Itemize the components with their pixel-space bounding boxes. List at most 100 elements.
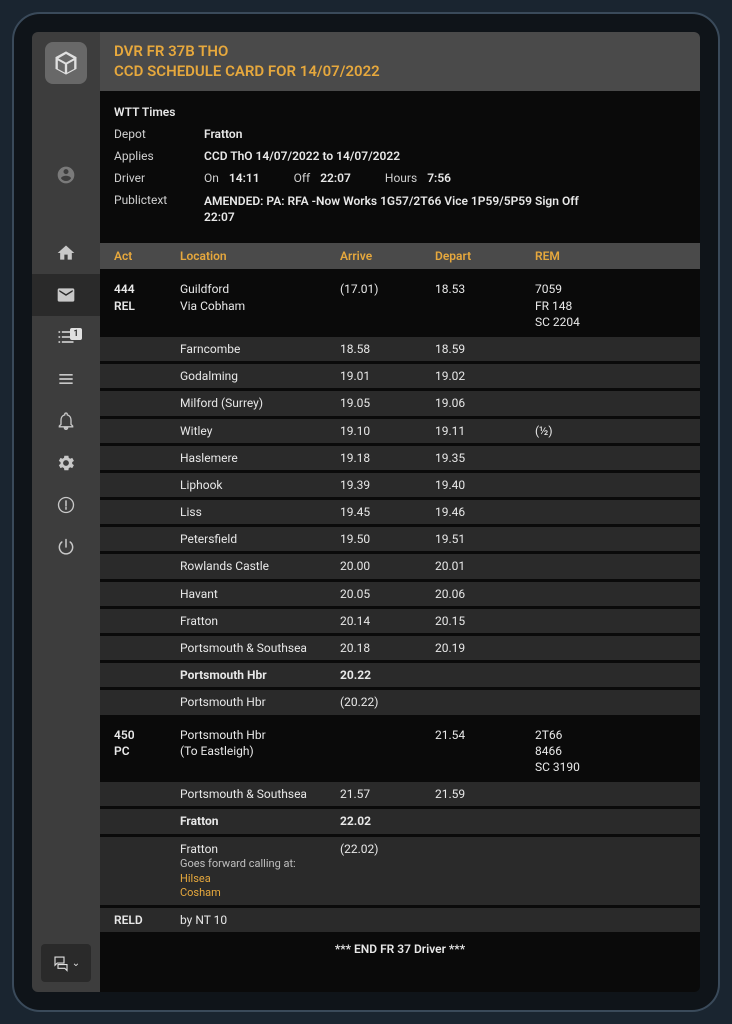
driver-label: Driver — [114, 171, 204, 185]
cell-rem: (½) — [535, 423, 686, 439]
cell-location: FrattonGoes forward calling at:HilseaCos… — [180, 841, 340, 902]
applies-label: Applies — [114, 149, 204, 163]
driver-times-row: Driver On 14:11 Off 22:07 Hours 7:56 — [114, 167, 686, 189]
header-line2: CCD SCHEDULE CARD FOR 14/07/2022 — [114, 62, 686, 82]
table-row: Godalming19.0119.02 — [100, 361, 700, 388]
nav-tasks[interactable]: 1 — [32, 316, 100, 358]
cube-icon — [52, 49, 80, 77]
cell-location: Portsmouth & Southsea — [180, 786, 340, 802]
cell-depart: 19.51 — [435, 531, 535, 547]
cell-act: 450PC — [114, 727, 180, 759]
chevron-down-icon: ⌄ — [72, 958, 80, 969]
cell-arrive: 20.14 — [340, 613, 435, 629]
cell-location: Portsmouth & Southsea — [180, 640, 340, 656]
cell-depart: 20.19 — [435, 640, 535, 656]
cell-location: Portsmouth Hbr — [180, 667, 340, 683]
cell-arrive: 20.05 — [340, 586, 435, 602]
cell-act: 444REL — [114, 281, 180, 313]
cell-arrive: 19.01 — [340, 368, 435, 384]
nav-settings[interactable] — [32, 442, 100, 484]
table-row: Farncombe18.5818.59 — [100, 334, 700, 361]
cell-location: Haslemere — [180, 450, 340, 466]
tablet-frame: 1 ⌄ DVR FR 37B THO CCD SCHEDULE CARD FOR… — [12, 12, 720, 1012]
cell-depart: 18.53 — [435, 281, 535, 297]
nav-notifications[interactable] — [32, 400, 100, 442]
power-icon — [56, 537, 76, 557]
sidebar: 1 ⌄ — [32, 32, 100, 992]
table-row: Portsmouth Hbr20.22 — [100, 660, 700, 687]
col-act: Act — [114, 249, 180, 263]
off-value: 22:07 — [320, 171, 351, 185]
cell-arrive: 18.58 — [340, 341, 435, 357]
cell-arrive: 19.50 — [340, 531, 435, 547]
cell-depart: 19.11 — [435, 423, 535, 439]
cell-depart: 18.59 — [435, 341, 535, 357]
cell-depart: 21.54 — [435, 727, 535, 743]
col-rem: REM — [535, 249, 686, 263]
cell-location: Portsmouth Hbr(To Eastleigh) — [180, 727, 340, 759]
cell-rem: 2T668466SC 3190 — [535, 727, 686, 776]
cell-location: Witley — [180, 423, 340, 439]
cell-depart: 19.46 — [435, 504, 535, 520]
table-row: Milford (Surrey)19.0519.06 — [100, 388, 700, 415]
table-row: Fratton20.1420.15 — [100, 606, 700, 633]
main-content: DVR FR 37B THO CCD SCHEDULE CARD FOR 14/… — [100, 32, 700, 992]
cell-location: Godalming — [180, 368, 340, 384]
on-value: 14:11 — [229, 171, 260, 185]
cell-location: Farncombe — [180, 341, 340, 357]
cell-depart: 20.01 — [435, 558, 535, 574]
table-row: Rowlands Castle20.0020.01 — [100, 551, 700, 578]
table-row: Liss19.4519.46 — [100, 497, 700, 524]
table-row: 444RELGuildfordVia Cobham(17.01)18.53705… — [100, 269, 700, 334]
nav-info[interactable] — [32, 484, 100, 526]
depot-value: Fratton — [204, 127, 686, 141]
cell-arrive: 19.45 — [340, 504, 435, 520]
bell-icon — [56, 411, 76, 431]
home-icon — [56, 243, 76, 263]
mail-icon — [56, 285, 76, 305]
cell-location: Milford (Surrey) — [180, 395, 340, 411]
cell-arrive: 20.00 — [340, 558, 435, 574]
header-line1: DVR FR 37B THO — [114, 42, 686, 62]
schedule-table-body: 444RELGuildfordVia Cobham(17.01)18.53705… — [100, 269, 700, 932]
hours-label: Hours — [385, 171, 417, 185]
hours-value: 7:56 — [427, 171, 451, 185]
meta-block: WTT Times Depot Fratton Applies CCD ThO … — [100, 91, 700, 243]
chat-button[interactable]: ⌄ — [41, 944, 91, 982]
publictext-label: Publictext — [114, 193, 204, 225]
cell-arrive: 19.10 — [340, 423, 435, 439]
table-row: FrattonGoes forward calling at:HilseaCos… — [100, 834, 700, 906]
user-circle-icon — [56, 165, 76, 185]
cell-location: GuildfordVia Cobham — [180, 281, 340, 313]
cell-location: Havant — [180, 586, 340, 602]
cell-location: Rowlands Castle — [180, 558, 340, 574]
cell-act: RELD — [114, 912, 180, 928]
col-dep: Depart — [435, 249, 535, 263]
cell-arrive: (20.22) — [340, 694, 435, 710]
cell-arrive: 20.18 — [340, 640, 435, 656]
table-row: Haslemere19.1819.35 — [100, 443, 700, 470]
table-row: Portsmouth & Southsea20.1820.19 — [100, 633, 700, 660]
nav-profile[interactable] — [32, 154, 100, 196]
table-row: Petersfield19.5019.51 — [100, 524, 700, 551]
chat-bubbles-icon — [52, 954, 70, 972]
schedule-header: DVR FR 37B THO CCD SCHEDULE CARD FOR 14/… — [100, 32, 700, 91]
nav-list[interactable] — [32, 358, 100, 400]
gear-icon — [56, 453, 76, 473]
cell-arrive: 19.39 — [340, 477, 435, 493]
on-label: On — [204, 171, 219, 185]
cell-depart: 21.59 — [435, 786, 535, 802]
nav-power[interactable] — [32, 526, 100, 568]
table-row: Portsmouth Hbr(20.22) — [100, 687, 700, 714]
off-label: Off — [294, 171, 311, 185]
cell-arrive: 19.05 — [340, 395, 435, 411]
cell-location: by NT 10 — [180, 912, 340, 928]
cell-arrive: 20.22 — [340, 667, 435, 683]
cell-depart: 19.06 — [435, 395, 535, 411]
wtt-label: WTT Times — [114, 105, 686, 119]
tasks-badge: 1 — [70, 328, 82, 340]
app-logo[interactable] — [45, 42, 87, 84]
nav-home[interactable] — [32, 232, 100, 274]
cell-location: Fratton — [180, 813, 340, 829]
nav-messages[interactable] — [32, 274, 100, 316]
